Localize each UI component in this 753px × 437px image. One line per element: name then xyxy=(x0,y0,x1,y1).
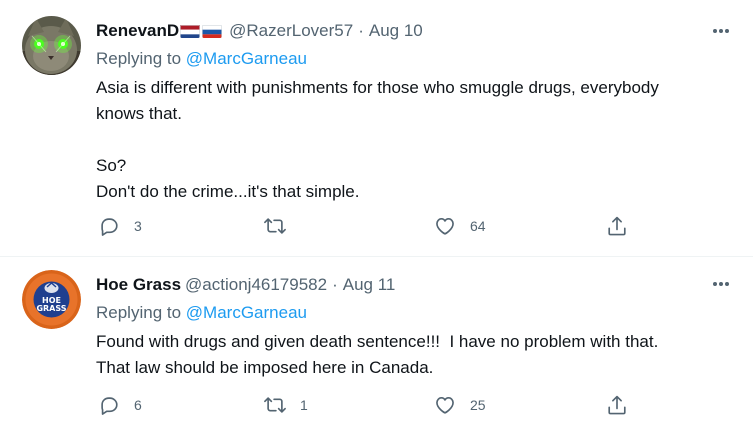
reply-count: 3 xyxy=(134,218,142,234)
tweet-text-line: Found with drugs and given death sentenc… xyxy=(96,332,659,351)
tweet-reply[interactable]: RenevanD @RazerLover57 · Aug 10 Replying… xyxy=(0,0,753,257)
share-button[interactable] xyxy=(606,214,628,238)
timestamp[interactable]: Aug 10 xyxy=(369,21,423,41)
reply-button[interactable]: 6 xyxy=(98,393,142,417)
retweet-count: 1 xyxy=(300,397,308,413)
tweet-actions: 6 1 25 xyxy=(96,393,636,417)
reply-icon xyxy=(101,218,118,236)
separator-dot: · xyxy=(332,275,338,294)
display-name[interactable]: Hoe Grass xyxy=(96,275,181,295)
like-button[interactable]: 64 xyxy=(434,214,486,238)
replying-prefix: Replying to xyxy=(96,303,182,322)
heart-icon xyxy=(436,397,454,414)
share-icon xyxy=(608,216,626,236)
tweet-header: Hoe Grass @actionj46179582 · Aug 11 xyxy=(96,273,703,297)
share-button[interactable] xyxy=(606,393,628,417)
avatar[interactable]: HOE GRASS xyxy=(22,270,81,329)
tweet-actions: 3 64 xyxy=(96,214,636,238)
retweet-icon xyxy=(264,218,286,234)
avatar[interactable] xyxy=(22,16,81,75)
reply-icon xyxy=(101,397,118,415)
reply-count: 6 xyxy=(134,397,142,413)
mention-link[interactable]: @MarcGarneau xyxy=(186,49,307,68)
more-dots-icon xyxy=(713,29,729,33)
avatar-logo-text: HOE GRASS xyxy=(36,296,67,313)
like-count: 64 xyxy=(470,218,486,234)
replying-to: Replying to @MarcGarneau xyxy=(96,49,307,69)
more-options-button[interactable] xyxy=(707,21,735,41)
tweet-header: RenevanD @RazerLover57 · Aug 10 xyxy=(96,19,703,43)
like-count: 25 xyxy=(470,397,486,413)
timestamp[interactable]: Aug 11 xyxy=(343,275,396,295)
tweet-text-line: Don't do the crime...it's that simple. xyxy=(96,182,360,201)
retweet-button[interactable]: 1 xyxy=(264,393,308,417)
tweet-text-line: knows that. xyxy=(96,104,182,123)
display-name[interactable]: RenevanD xyxy=(96,21,179,41)
mention-link[interactable]: @MarcGarneau xyxy=(186,303,307,322)
green-eyed-cat-avatar-icon xyxy=(22,16,81,75)
replying-to: Replying to @MarcGarneau xyxy=(96,303,307,323)
separator-dot: · xyxy=(358,21,364,40)
tweet-text-line: That law should be imposed here in Canad… xyxy=(96,358,434,377)
reply-button[interactable]: 3 xyxy=(98,214,142,238)
flag-emojis xyxy=(180,24,223,38)
tweet-text-line: Asia is different with punishments for t… xyxy=(96,78,659,97)
handle[interactable]: @actionj46179582 xyxy=(185,275,327,295)
more-options-button[interactable] xyxy=(707,274,735,294)
tweet-text-line: So? xyxy=(96,156,127,175)
tweet-text: Asia is different with punishments for t… xyxy=(96,75,726,205)
replying-prefix: Replying to xyxy=(96,49,182,68)
netherlands-flag-icon xyxy=(180,24,201,38)
russia-flag-icon xyxy=(202,24,223,38)
handle[interactable]: @RazerLover57 xyxy=(229,21,353,41)
more-dots-icon xyxy=(713,282,729,286)
share-icon xyxy=(608,395,626,415)
heart-icon xyxy=(436,218,454,235)
tweet-text-line xyxy=(96,127,726,153)
retweet-icon xyxy=(264,397,286,413)
like-button[interactable]: 25 xyxy=(434,393,486,417)
tweet-text: Found with drugs and given death sentenc… xyxy=(96,329,726,381)
retweet-button[interactable] xyxy=(264,214,300,238)
